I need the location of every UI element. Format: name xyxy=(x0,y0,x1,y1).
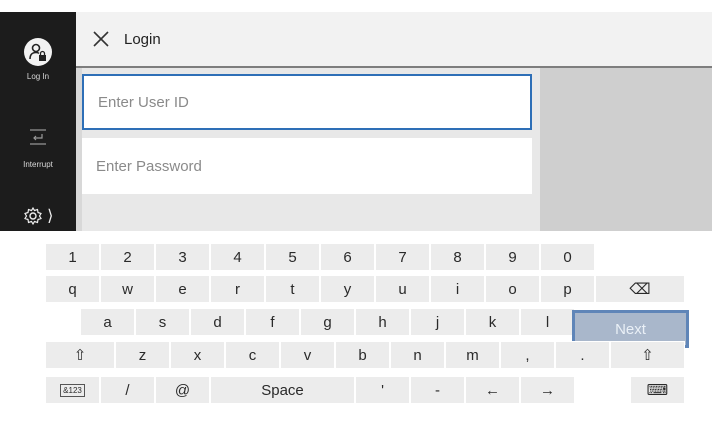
key-9[interactable]: 9 xyxy=(485,243,540,271)
key-0[interactable]: 0 xyxy=(540,243,595,271)
key-a[interactable]: a xyxy=(80,308,135,336)
settings-rail-item[interactable]: ⟩ xyxy=(0,206,76,230)
key-i[interactable]: i xyxy=(430,275,485,303)
user-lock-icon xyxy=(24,38,52,66)
key-1[interactable]: 1 xyxy=(45,243,100,271)
key-s[interactable]: s xyxy=(135,308,190,336)
key-r[interactable]: r xyxy=(210,275,265,303)
backspace-key[interactable]: ⌫ xyxy=(595,275,685,303)
key-g[interactable]: g xyxy=(300,308,355,336)
shift-left-key[interactable]: ⇧ xyxy=(45,341,115,369)
gear-icon xyxy=(23,206,42,226)
key-z[interactable]: z xyxy=(115,341,170,369)
password-field[interactable] xyxy=(82,138,532,194)
key-q[interactable]: q xyxy=(45,275,100,303)
key-j[interactable]: j xyxy=(410,308,465,336)
page-title: Login xyxy=(124,31,161,48)
key-c[interactable]: c xyxy=(225,341,280,369)
login-rail-label-wrap: Log In xyxy=(0,70,76,81)
close-icon[interactable] xyxy=(92,30,110,48)
key-m[interactable]: m xyxy=(445,341,500,369)
key-8[interactable]: 8 xyxy=(430,243,485,271)
key-f[interactable]: f xyxy=(245,308,300,336)
blank-key xyxy=(575,376,630,404)
hide-keyboard-key[interactable]: ⌨ xyxy=(630,376,685,404)
right-arrow-icon: → xyxy=(540,381,555,399)
shift-icon: ⇧ xyxy=(73,347,87,364)
key-3[interactable]: 3 xyxy=(155,243,210,271)
key-x[interactable]: x xyxy=(170,341,225,369)
key-k[interactable]: k xyxy=(465,308,520,336)
symbols-key[interactable]: &123 xyxy=(45,376,100,404)
interrupt-rail-item[interactable] xyxy=(0,127,76,152)
key-u[interactable]: u xyxy=(375,275,430,303)
key-comma[interactable]: , xyxy=(500,341,555,369)
key-n[interactable]: n xyxy=(390,341,445,369)
key-slash[interactable]: / xyxy=(100,376,155,404)
key-apostrophe[interactable]: ' xyxy=(355,376,410,404)
right-arrow-key[interactable]: → xyxy=(520,376,575,404)
key-y[interactable]: y xyxy=(320,275,375,303)
interrupt-rail-label-wrap: Interrupt xyxy=(0,158,76,169)
form-side-panel xyxy=(540,68,712,231)
chevron-right-icon: ⟩ xyxy=(47,208,54,225)
login-rail-item[interactable] xyxy=(0,38,76,66)
backspace-icon: ⌫ xyxy=(629,281,651,298)
left-arrow-icon: ← xyxy=(485,381,500,399)
key-l[interactable]: l xyxy=(520,308,575,336)
key-w[interactable]: w xyxy=(100,275,155,303)
symbols-label: &123 xyxy=(60,383,85,397)
key-at[interactable]: @ xyxy=(155,376,210,404)
key-5[interactable]: 5 xyxy=(265,243,320,271)
interrupt-icon xyxy=(30,129,46,145)
on-screen-keyboard: 1 2 3 4 5 6 7 8 9 0 q w e r t y u i o p … xyxy=(0,231,712,428)
blank-key xyxy=(595,243,685,271)
left-arrow-key[interactable]: ← xyxy=(465,376,520,404)
key-2[interactable]: 2 xyxy=(100,243,155,271)
key-dash[interactable]: - xyxy=(410,376,465,404)
login-rail-label: Log In xyxy=(26,72,50,81)
key-d[interactable]: d xyxy=(190,308,245,336)
key-t[interactable]: t xyxy=(265,275,320,303)
shift-right-key[interactable]: ⇧ xyxy=(610,341,685,369)
key-period[interactable]: . xyxy=(555,341,610,369)
interrupt-rail-label: Interrupt xyxy=(23,160,53,169)
key-b[interactable]: b xyxy=(335,341,390,369)
space-key[interactable]: Space xyxy=(210,376,355,404)
user-id-field[interactable] xyxy=(82,74,532,130)
key-6[interactable]: 6 xyxy=(320,243,375,271)
key-e[interactable]: e xyxy=(155,275,210,303)
shift-icon: ⇧ xyxy=(641,347,654,364)
login-header: Login xyxy=(76,12,712,68)
key-o[interactable]: o xyxy=(485,275,540,303)
key-7[interactable]: 7 xyxy=(375,243,430,271)
key-4[interactable]: 4 xyxy=(210,243,265,271)
key-h[interactable]: h xyxy=(355,308,410,336)
key-p[interactable]: p xyxy=(540,275,595,303)
keyboard-icon: ⌨ xyxy=(646,382,669,399)
key-v[interactable]: v xyxy=(280,341,335,369)
